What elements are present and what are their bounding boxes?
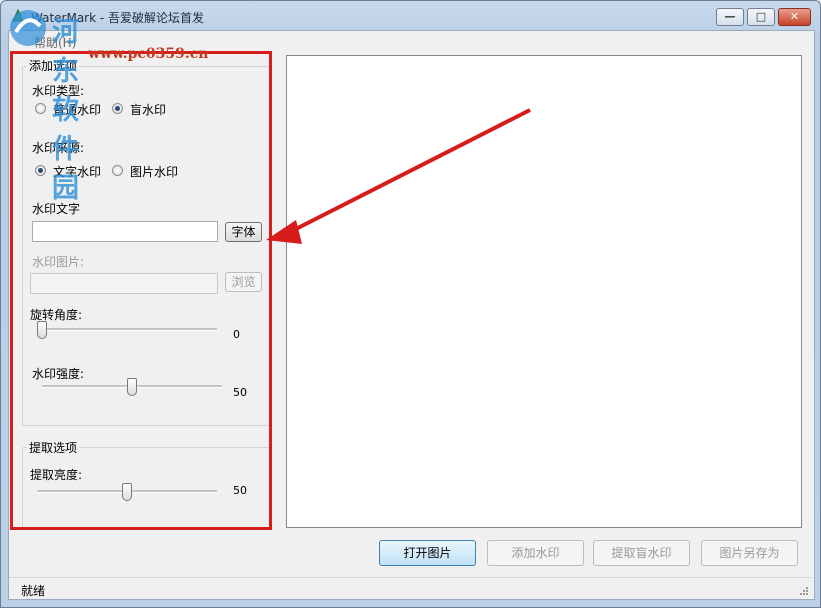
site-logo-icon xyxy=(10,10,46,46)
site-watermark-url: www.pc0359.cn xyxy=(88,46,209,62)
annotation-arrow-icon xyxy=(266,108,531,244)
site-watermark-text: 河东软件园 xyxy=(52,17,80,204)
